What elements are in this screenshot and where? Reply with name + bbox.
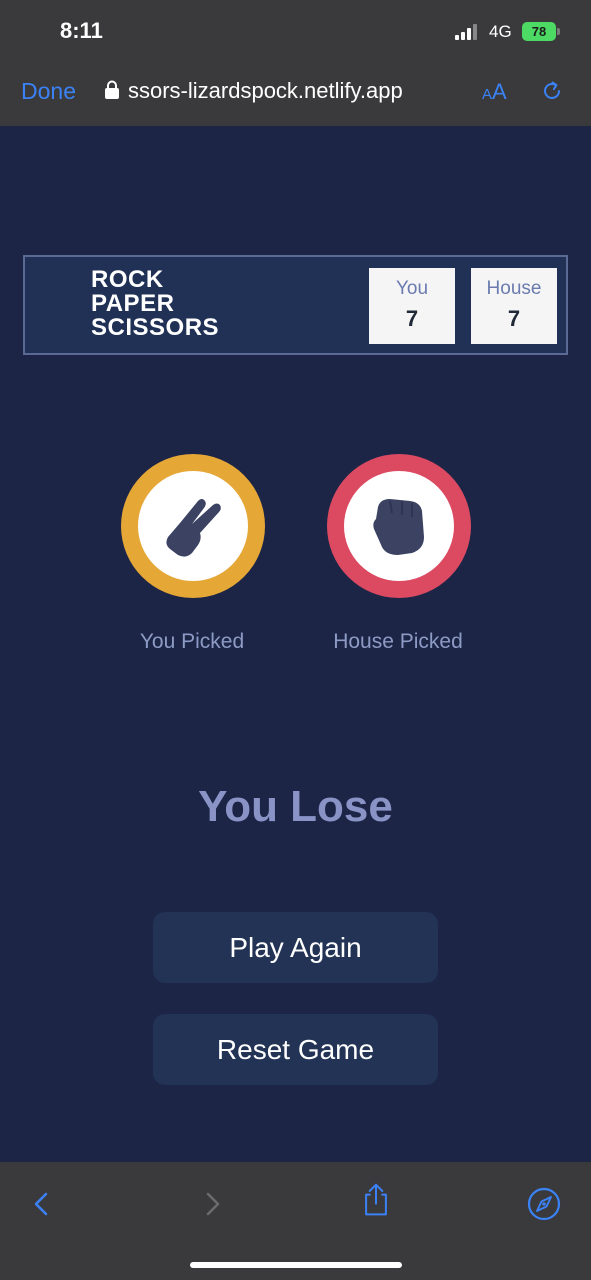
you-pick-token [121,454,265,598]
scoreboard: ROCK PAPER SCISSORS You 7 House 7 [23,255,568,355]
house-pick-inner [344,471,454,581]
battery-tip [557,28,560,35]
text-size-small-a: A [482,86,493,103]
house-pick-token [327,454,471,598]
you-picked-label: You Picked [139,630,245,653]
you-score-box: You 7 [369,268,455,344]
reset-game-button[interactable]: Reset Game [153,1014,438,1085]
logo-line-rock: ROCK [91,266,164,293]
status-time: 8:11 [60,18,103,43]
house-score-label: House [486,278,542,299]
network-type: 4G [489,22,512,41]
you-score-value: 7 [405,306,419,331]
result-text: You Lose [198,782,393,831]
lock-icon [105,80,119,99]
url-address[interactable]: ssors-lizardspock.netlify.app [128,78,458,104]
home-indicator [190,1262,402,1268]
reload-icon[interactable] [540,79,564,103]
house-score-box: House 7 [471,268,557,344]
text-size-large-a: A [492,79,507,104]
battery-icon: 78 [522,22,556,41]
logo-line-scissors: SCISSORS [91,314,220,341]
forward-icon[interactable] [194,1186,230,1222]
browser-top-bar: 8:11 4G 78 Done ssors-lizardspock.netlif… [0,0,591,126]
battery-level: 78 [531,24,547,39]
house-picked-label: House Picked [333,630,463,653]
you-score-label: You [395,278,429,299]
game-logo: ROCK PAPER SCISSORS [91,268,219,340]
scissors-hand-icon [166,499,221,557]
rock-fist-icon [373,499,424,555]
back-icon[interactable] [24,1186,60,1222]
share-icon[interactable] [358,1182,394,1218]
browser-bottom-toolbar [0,1162,591,1280]
play-again-button[interactable]: Play Again [153,912,438,983]
you-pick-inner [138,471,248,581]
logo-line-paper: PAPER [91,290,175,317]
text-size-button[interactable]: AA [482,79,507,105]
cellular-signal-icon [455,24,481,40]
done-button[interactable]: Done [21,78,76,105]
house-score-value: 7 [507,306,521,331]
safari-compass-icon[interactable] [526,1186,562,1222]
